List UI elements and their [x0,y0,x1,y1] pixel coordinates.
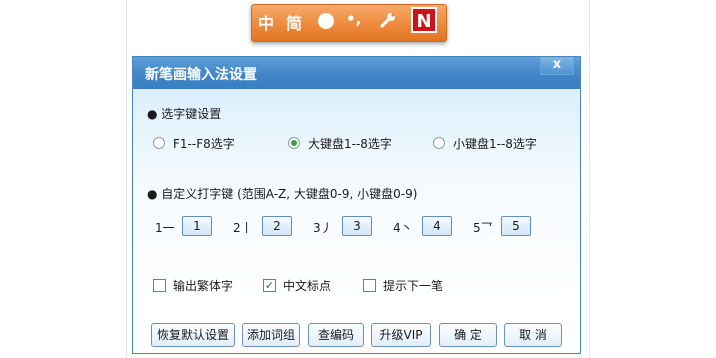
add-phrase-button[interactable]: 添加词组 [242,323,300,347]
checkbox-traditional-label[interactable]: 输出繁体字 [173,277,233,294]
lookup-code-button[interactable]: 查编码 [308,323,364,347]
close-button[interactable]: x [540,57,574,75]
stroke-label-1: 1一 [155,221,175,235]
radio-f1-f8-label[interactable]: F1--F8选字 [173,135,235,152]
full-width-toggle-icon[interactable] [318,13,334,29]
ime-charset-toggle[interactable]: 简 [286,10,308,34]
key-input-2[interactable]: 2 [262,216,292,236]
custom-keys-heading: ● 自定义打字键 (范围A-Z, 大键盘0-9, 小键盘0-9) [147,187,418,201]
restore-default-button[interactable]: 恢复默认设置 [151,323,235,347]
checkbox-next-stroke[interactable] [363,279,376,292]
cancel-button[interactable]: 取 消 [504,323,562,347]
punctuation-toggle[interactable]: •, [346,10,361,28]
key-input-1[interactable]: 1 [182,216,212,236]
dialog-titlebar[interactable]: 新笔画输入法设置 x [133,57,580,89]
stroke-label-3: 3丿 [313,221,333,235]
checkbox-cn-punct[interactable]: ✓ [263,279,276,292]
dialog-title: 新笔画输入法设置 [145,67,257,83]
radio-numpad-label[interactable]: 小键盘1--8选字 [453,135,537,152]
radio-main-keyboard[interactable] [288,137,300,149]
radio-numpad[interactable] [433,137,445,149]
key-input-4[interactable]: 4 [422,216,452,236]
stroke-label-5: 5乛 [473,221,493,235]
checkbox-traditional[interactable] [153,279,166,292]
key-input-3[interactable]: 3 [342,216,372,236]
wrench-icon[interactable] [378,11,398,29]
stroke-label-2: 2丨 [233,221,253,235]
stroke-label-4: 4丶 [393,221,413,235]
key-input-5[interactable]: 5 [501,216,531,236]
ime-mode-toggle[interactable]: 中 [258,10,280,34]
checkbox-cn-punct-label[interactable]: 中文标点 [283,277,331,294]
checkbox-next-stroke-label[interactable]: 提示下一笔 [383,277,443,294]
ime-logo[interactable]: N [411,7,437,33]
settings-dialog: 新笔画输入法设置 x ● 选字键设置 F1--F8选字 大键盘1--8选字 小键… [132,56,581,354]
radio-f1-f8[interactable] [153,137,165,149]
upgrade-vip-button[interactable]: 升级VIP [371,323,431,347]
ok-button[interactable]: 确 定 [439,323,497,347]
radio-main-keyboard-label[interactable]: 大键盘1--8选字 [308,135,392,152]
select-key-heading: ● 选字键设置 [147,107,222,121]
